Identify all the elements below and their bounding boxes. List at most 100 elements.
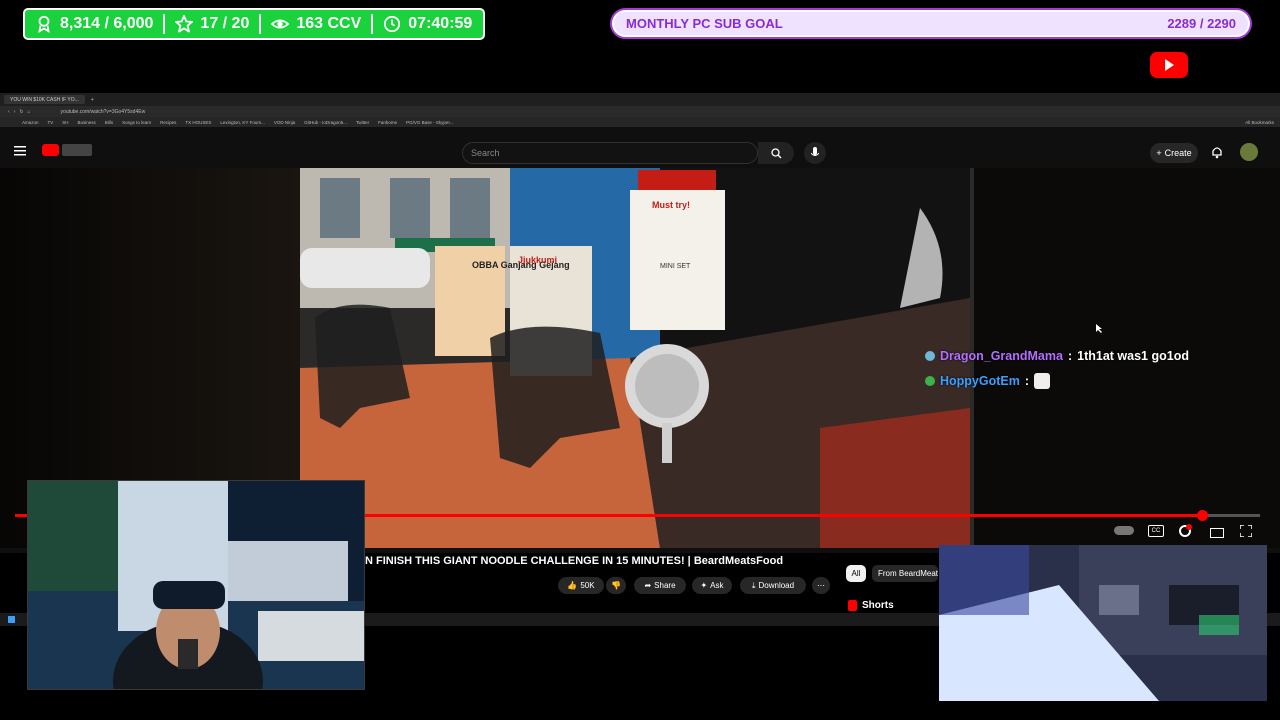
- ask-button[interactable]: ✦ Ask: [692, 577, 732, 594]
- share-icon: ➦: [644, 581, 652, 590]
- chat-badge-icon: [925, 376, 935, 386]
- windows-start-icon[interactable]: [8, 616, 15, 623]
- video-frame: OBBA Ganjang Gejang Jjukkumi Must try! M…: [300, 168, 974, 548]
- shorts-label: Shorts: [862, 600, 894, 611]
- shorts-icon: [848, 600, 857, 611]
- sign-text-4: MINI SET: [660, 263, 691, 270]
- download-button[interactable]: ⤓ Download: [740, 577, 806, 594]
- dislike-button[interactable]: 👎: [606, 577, 626, 594]
- address-bar[interactable]: ‹›↻⌂ youtube.com/watch?v=3Go4Y5sd4Ew: [0, 106, 1280, 117]
- bookmark-item[interactable]: Business: [78, 120, 96, 125]
- clock-icon: [384, 15, 401, 33]
- bookmark-item[interactable]: VOD Ninja: [274, 120, 295, 125]
- chip-all[interactable]: All: [846, 565, 866, 582]
- stat-followers-value: 8,314 / 6,000: [60, 15, 154, 32]
- bookmark-item[interactable]: Lexington, KY Fours...: [220, 120, 264, 125]
- bookmark-item[interactable]: GitHub - IoDragon5...: [304, 120, 347, 125]
- channel-logo[interactable]: [62, 144, 92, 156]
- room-camera-image: [939, 545, 1267, 701]
- bookmark-item[interactable]: Recipes: [160, 120, 176, 125]
- share-button[interactable]: ➦ Share: [634, 577, 686, 594]
- bookmark-item[interactable]: Songs to learn: [122, 120, 151, 125]
- chat-text: 1th1at was1 go1od: [1077, 349, 1189, 363]
- settings-icon[interactable]: [1178, 524, 1192, 538]
- webcam-image: [28, 481, 364, 689]
- ask-label: Ask: [710, 581, 724, 590]
- tab-title: YOU WIN $10K CASH IF YO...: [10, 96, 79, 103]
- chat-separator: :: [1067, 349, 1073, 363]
- sparkle-icon: ✦: [700, 581, 708, 590]
- microphone-icon: [811, 147, 819, 156]
- thumbs-down-icon: 👎: [611, 581, 621, 590]
- bookmark-item[interactable]: Amazon: [22, 120, 39, 125]
- youtube-header: Search + Create: [0, 138, 1280, 168]
- search-input[interactable]: Search: [462, 142, 758, 164]
- stat-uptime: 07:40:59: [373, 10, 482, 38]
- bookmark-item[interactable]: TV: [48, 120, 54, 125]
- chat-username: HoppyGotEm: [940, 374, 1020, 388]
- chat-message: HoppyGotEm :: [925, 373, 1051, 389]
- chat-badge-icon: [925, 351, 935, 361]
- stat-goals-value: 17 / 20: [200, 15, 250, 32]
- bookmark-item[interactable]: Bills: [105, 120, 113, 125]
- stat-uptime-value: 07:40:59: [408, 15, 473, 32]
- more-icon: ⋯: [817, 581, 825, 590]
- like-count: 50K: [580, 581, 595, 590]
- url-text[interactable]: youtube.com/watch?v=3Go4Y5sd4Ew: [61, 109, 146, 115]
- stream-stats-bar: 8,314 / 6,000 17 / 20 163 CCV 07:40:59: [23, 8, 485, 40]
- all-bookmarks[interactable]: All Bookmarks: [1245, 120, 1274, 125]
- avatar[interactable]: [1240, 143, 1258, 161]
- theater-mode-icon[interactable]: [1210, 528, 1224, 538]
- shorts-section: Shorts: [848, 600, 894, 611]
- sub-goal-progress: 2289 / 2290: [1167, 16, 1236, 31]
- stat-viewers: 163 CCV: [261, 10, 371, 38]
- autoplay-toggle[interactable]: [1114, 526, 1134, 535]
- chip-from-channel[interactable]: From BeardMeatsFood: [872, 565, 938, 582]
- youtube-logo-icon[interactable]: [42, 144, 59, 156]
- bookmark-item[interactable]: Twitter: [356, 120, 369, 125]
- video-player[interactable]: OBBA Ganjang Gejang Jjukkumi Must try! M…: [300, 168, 974, 548]
- chat-message: Dragon_GrandMama : 1th1at was1 go1od: [925, 349, 1189, 363]
- stat-followers: 8,314 / 6,000: [25, 10, 163, 38]
- chat-separator: :: [1024, 374, 1030, 388]
- create-button[interactable]: + Create: [1150, 143, 1198, 163]
- thumbs-up-icon: 👍: [567, 581, 578, 590]
- sign-text-3: Must try!: [652, 200, 690, 210]
- bookmark-item[interactable]: PG/VG Base - Skyper...: [406, 120, 453, 125]
- chat-username: Dragon_GrandMama: [940, 349, 1063, 363]
- cursor-icon: [1096, 324, 1102, 333]
- bookmarks-bar: Amazon TV SH Business Bills Songs to lea…: [0, 117, 1280, 127]
- bell-icon[interactable]: [1210, 145, 1224, 159]
- new-tab-icon[interactable]: +: [91, 97, 94, 103]
- search-button[interactable]: [758, 142, 794, 164]
- nav-buttons-icon[interactable]: ‹›↻⌂: [8, 109, 35, 115]
- eye-icon: [271, 19, 290, 29]
- bookmark-item[interactable]: Fanbome: [378, 120, 397, 125]
- chat-emote-icon: [1034, 373, 1051, 389]
- bookmark-item[interactable]: TX HOUSES: [185, 120, 211, 125]
- plus-icon: +: [1156, 148, 1162, 158]
- download-label: Download: [758, 581, 795, 590]
- youtube-logo-icon: [1150, 52, 1188, 78]
- star-icon: [175, 15, 194, 33]
- video-progress-scrubber[interactable]: [1196, 510, 1208, 521]
- more-actions-button[interactable]: ⋯: [812, 577, 830, 594]
- search-icon: [770, 147, 781, 158]
- fullscreen-icon[interactable]: [1240, 525, 1252, 537]
- bookmark-item[interactable]: SH: [62, 120, 68, 125]
- create-label: Create: [1164, 148, 1192, 158]
- like-button[interactable]: 👍 50K: [558, 577, 604, 594]
- share-label: Share: [654, 581, 676, 590]
- voice-search-button[interactable]: [804, 142, 826, 164]
- sign-text-2: Jjukkumi: [518, 255, 557, 265]
- menu-icon[interactable]: [14, 146, 26, 156]
- room-webcam: [939, 545, 1267, 701]
- captions-icon[interactable]: CC: [1148, 525, 1164, 537]
- stat-goals: 17 / 20: [165, 10, 259, 38]
- search-placeholder: Search: [471, 148, 500, 158]
- trophy-icon: [38, 15, 50, 33]
- streamer-webcam: [27, 480, 365, 690]
- tab-bar: YOU WIN $10K CASH IF YO... +: [0, 93, 1280, 106]
- sub-goal-label: MONTHLY PC SUB GOAL: [626, 16, 783, 31]
- browser-tab[interactable]: YOU WIN $10K CASH IF YO...: [4, 95, 85, 104]
